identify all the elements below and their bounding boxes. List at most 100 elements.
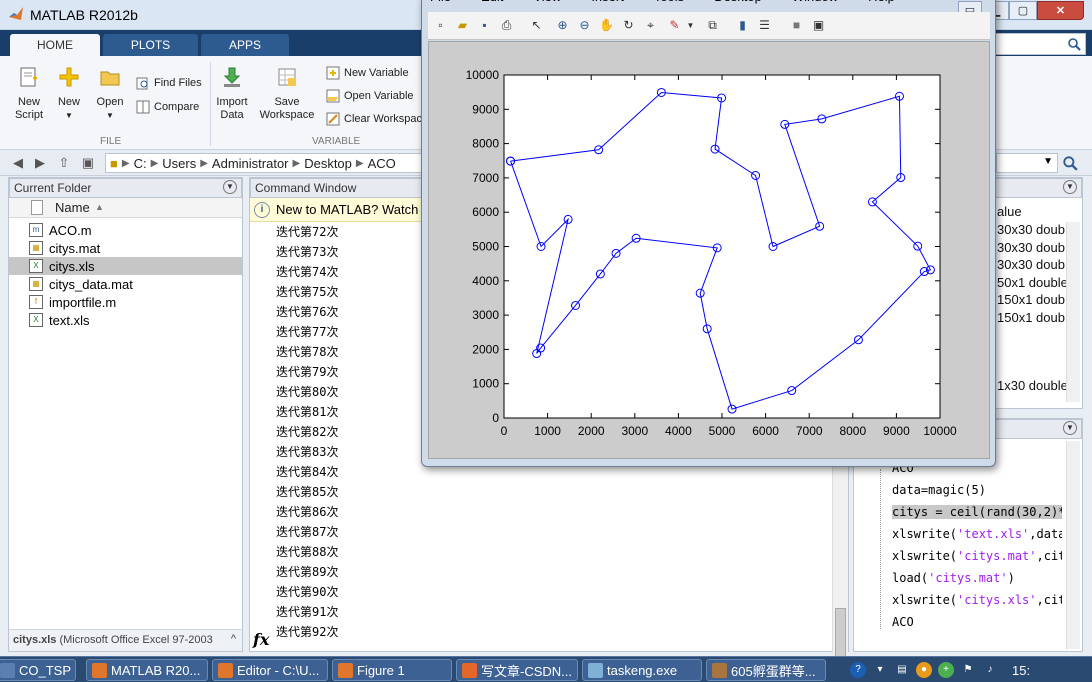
figure-menu-item[interactable]: Window (792, 0, 838, 9)
legend-icon[interactable]: ☰ (756, 17, 773, 34)
figure-menu-item[interactable]: Tools (654, 0, 684, 9)
tab-plots[interactable]: PLOTS (103, 34, 198, 56)
brush-icon[interactable]: ✎ (666, 17, 683, 34)
history-entry[interactable]: load('citys.mat') (892, 571, 1062, 585)
colorbar-icon[interactable]: ▮ (734, 17, 751, 34)
history-entry[interactable]: xlswrite('citys.mat',city (892, 549, 1062, 563)
chevron-down-icon[interactable]: ▼ (682, 17, 699, 34)
compare-button[interactable]: Compare (136, 100, 199, 114)
pan-hand-icon[interactable]: ✋ (598, 17, 615, 34)
fx-prompt-icon[interactable]: fx (253, 630, 269, 649)
update-icon[interactable]: + (938, 662, 954, 678)
taskbar-item[interactable]: 605孵蛋群等... (706, 659, 826, 681)
workspace-value[interactable]: 150x1 doub (997, 292, 1065, 307)
link-plot-icon[interactable]: ⧉ (704, 17, 721, 34)
workspace-value[interactable]: 30x30 doub (997, 240, 1065, 255)
taskbar-item[interactable]: Figure 1 (332, 659, 452, 681)
path-dropdown[interactable]: ▼ (996, 153, 1058, 173)
name-column-header[interactable]: Name ▲ (9, 198, 242, 218)
chevron-down-icon[interactable]: ▾ (872, 662, 888, 678)
zoom-out-icon[interactable]: ⊖ (576, 17, 593, 34)
breadcrumb-item[interactable]: C: (130, 156, 151, 171)
open-button[interactable]: Open ▼ (95, 66, 125, 122)
search-folder-icon[interactable] (1062, 155, 1078, 171)
new-figure-icon[interactable]: ▫ (432, 17, 449, 34)
find-files-button[interactable]: Find Files (136, 76, 202, 90)
clock[interactable]: 15: (1012, 663, 1030, 678)
clear-workspace-button[interactable]: Clear Workspac (326, 112, 422, 126)
info-text[interactable]: New to MATLAB? Watch t (276, 202, 426, 217)
taskbar-item[interactable]: taskeng.exe (582, 659, 702, 681)
file-item[interactable]: m ACO.m (9, 221, 242, 239)
workspace-value[interactable]: 50x1 double (997, 275, 1068, 290)
zoom-in-icon[interactable]: ⊕ (554, 17, 571, 34)
tab-apps[interactable]: APPS (201, 34, 289, 56)
edit-plot-arrow-icon[interactable]: ↖ (528, 17, 545, 34)
figure-menu-item[interactable]: Help (868, 0, 895, 9)
workspace-value[interactable]: 1x30 double (997, 378, 1068, 393)
panel-menu-icon[interactable]: ▼ (1063, 180, 1077, 194)
data-cursor-icon[interactable]: ⌖ (642, 17, 659, 34)
workspace-value[interactable]: 30x30 doub (997, 222, 1065, 237)
taskbar-item[interactable]: Editor - C:\U... (212, 659, 328, 681)
taskbar-item[interactable]: 写文章-CSDN... (456, 659, 578, 681)
figure-canvas[interactable]: 0 1000 2000 3000 4000 5000 6000 7000 8000 9000 100… (428, 41, 990, 459)
file-item[interactable]: ▦ citys_data.mat (9, 275, 242, 293)
history-entry[interactable]: xlswrite('text.xls',data) (892, 527, 1062, 541)
file-item[interactable]: Xcitys.xls (9, 257, 242, 275)
rotate-3d-icon[interactable]: ↻ (620, 17, 637, 34)
breadcrumb-item[interactable]: Administrator (208, 156, 293, 171)
value-column-header[interactable]: alue (997, 204, 1022, 219)
import-data-button[interactable]: Import Data (214, 66, 250, 122)
workspace-value[interactable]: 150x1 doub (997, 310, 1065, 325)
history-scrollbar[interactable] (1066, 441, 1080, 649)
app-tray-icon[interactable]: ● (916, 662, 932, 678)
file-details-bar[interactable]: citys.xls (Microsoft Office Excel 97-200… (9, 629, 242, 651)
network-icon[interactable]: ▤ (894, 662, 910, 678)
flag-icon[interactable]: ⚑ (960, 662, 976, 678)
figure-menu-item[interactable]: Insert (591, 0, 624, 9)
history-entry[interactable]: data=magic(5) (892, 483, 1062, 497)
back-arrow-icon[interactable]: ◀ (10, 155, 26, 171)
figure-menu-item[interactable]: File (430, 0, 451, 9)
chevron-up-icon[interactable]: ^ (231, 633, 236, 645)
save-icon[interactable]: ▪ (476, 17, 493, 34)
figure-menu-item[interactable]: Edit (481, 0, 503, 9)
new-button[interactable]: New ▼ (56, 66, 82, 122)
history-entry[interactable]: xlswrite('citys.xls',city (892, 593, 1062, 607)
new-variable-button[interactable]: New Variable (326, 66, 409, 80)
open-variable-button[interactable]: Open Variable (326, 89, 414, 103)
forward-arrow-icon[interactable]: ▶ (32, 155, 48, 171)
figure-menu-item[interactable]: Desktop (714, 0, 762, 9)
tsp-route-chart[interactable]: 0 1000 2000 3000 4000 5000 6000 7000 8000 9000 100… (429, 42, 989, 458)
help-icon[interactable]: ? (850, 662, 866, 678)
workspace-scrollbar[interactable] (1066, 222, 1080, 402)
breadcrumb[interactable]: ■ ▶ C: ▶ Users ▶ Administrator ▶ Desktop… (105, 153, 435, 173)
new-script-button[interactable]: New Script (12, 66, 46, 122)
breadcrumb-item[interactable]: Users (158, 156, 200, 171)
taskbar-item[interactable]: MATLAB R20... (86, 659, 208, 681)
breadcrumb-item[interactable]: Desktop (300, 156, 356, 171)
panel-menu-icon[interactable]: ▼ (223, 180, 237, 194)
hide-plot-tools-icon[interactable]: ■ (788, 17, 805, 34)
figure-menu-item[interactable]: View (533, 0, 561, 9)
history-entry[interactable]: citys = ceil(rand(30,2)*1 (892, 505, 1062, 519)
workspace-value[interactable]: 30x30 doub (997, 257, 1065, 272)
figure-window[interactable]: File Edit View Insert Tools Desktop Window Help… (421, 0, 996, 467)
file-item[interactable]: ▦ citys.mat (9, 239, 242, 257)
tab-home[interactable]: HOME (10, 34, 100, 56)
search-documentation-input[interactable] (986, 33, 1086, 55)
history-entry[interactable]: ACO (892, 615, 1062, 629)
up-folder-icon[interactable]: ⇧ (56, 155, 72, 171)
panel-menu-icon[interactable]: ▼ (1063, 421, 1077, 435)
breadcrumb-item[interactable]: ACO (364, 156, 400, 171)
save-workspace-button[interactable]: Save Workspace (256, 66, 318, 122)
close-button[interactable]: ✕ (1037, 1, 1084, 20)
open-file-icon[interactable]: ▰ (454, 17, 471, 34)
print-icon[interactable]: ⎙ (498, 17, 515, 34)
show-plot-tools-icon[interactable]: ▣ (810, 17, 827, 34)
volume-icon[interactable]: ♪ (982, 662, 998, 678)
maximize-button[interactable]: ▢ (1009, 1, 1037, 20)
file-item[interactable]: Xtext.xls (9, 311, 242, 329)
scrollbar-thumb[interactable] (835, 608, 846, 658)
